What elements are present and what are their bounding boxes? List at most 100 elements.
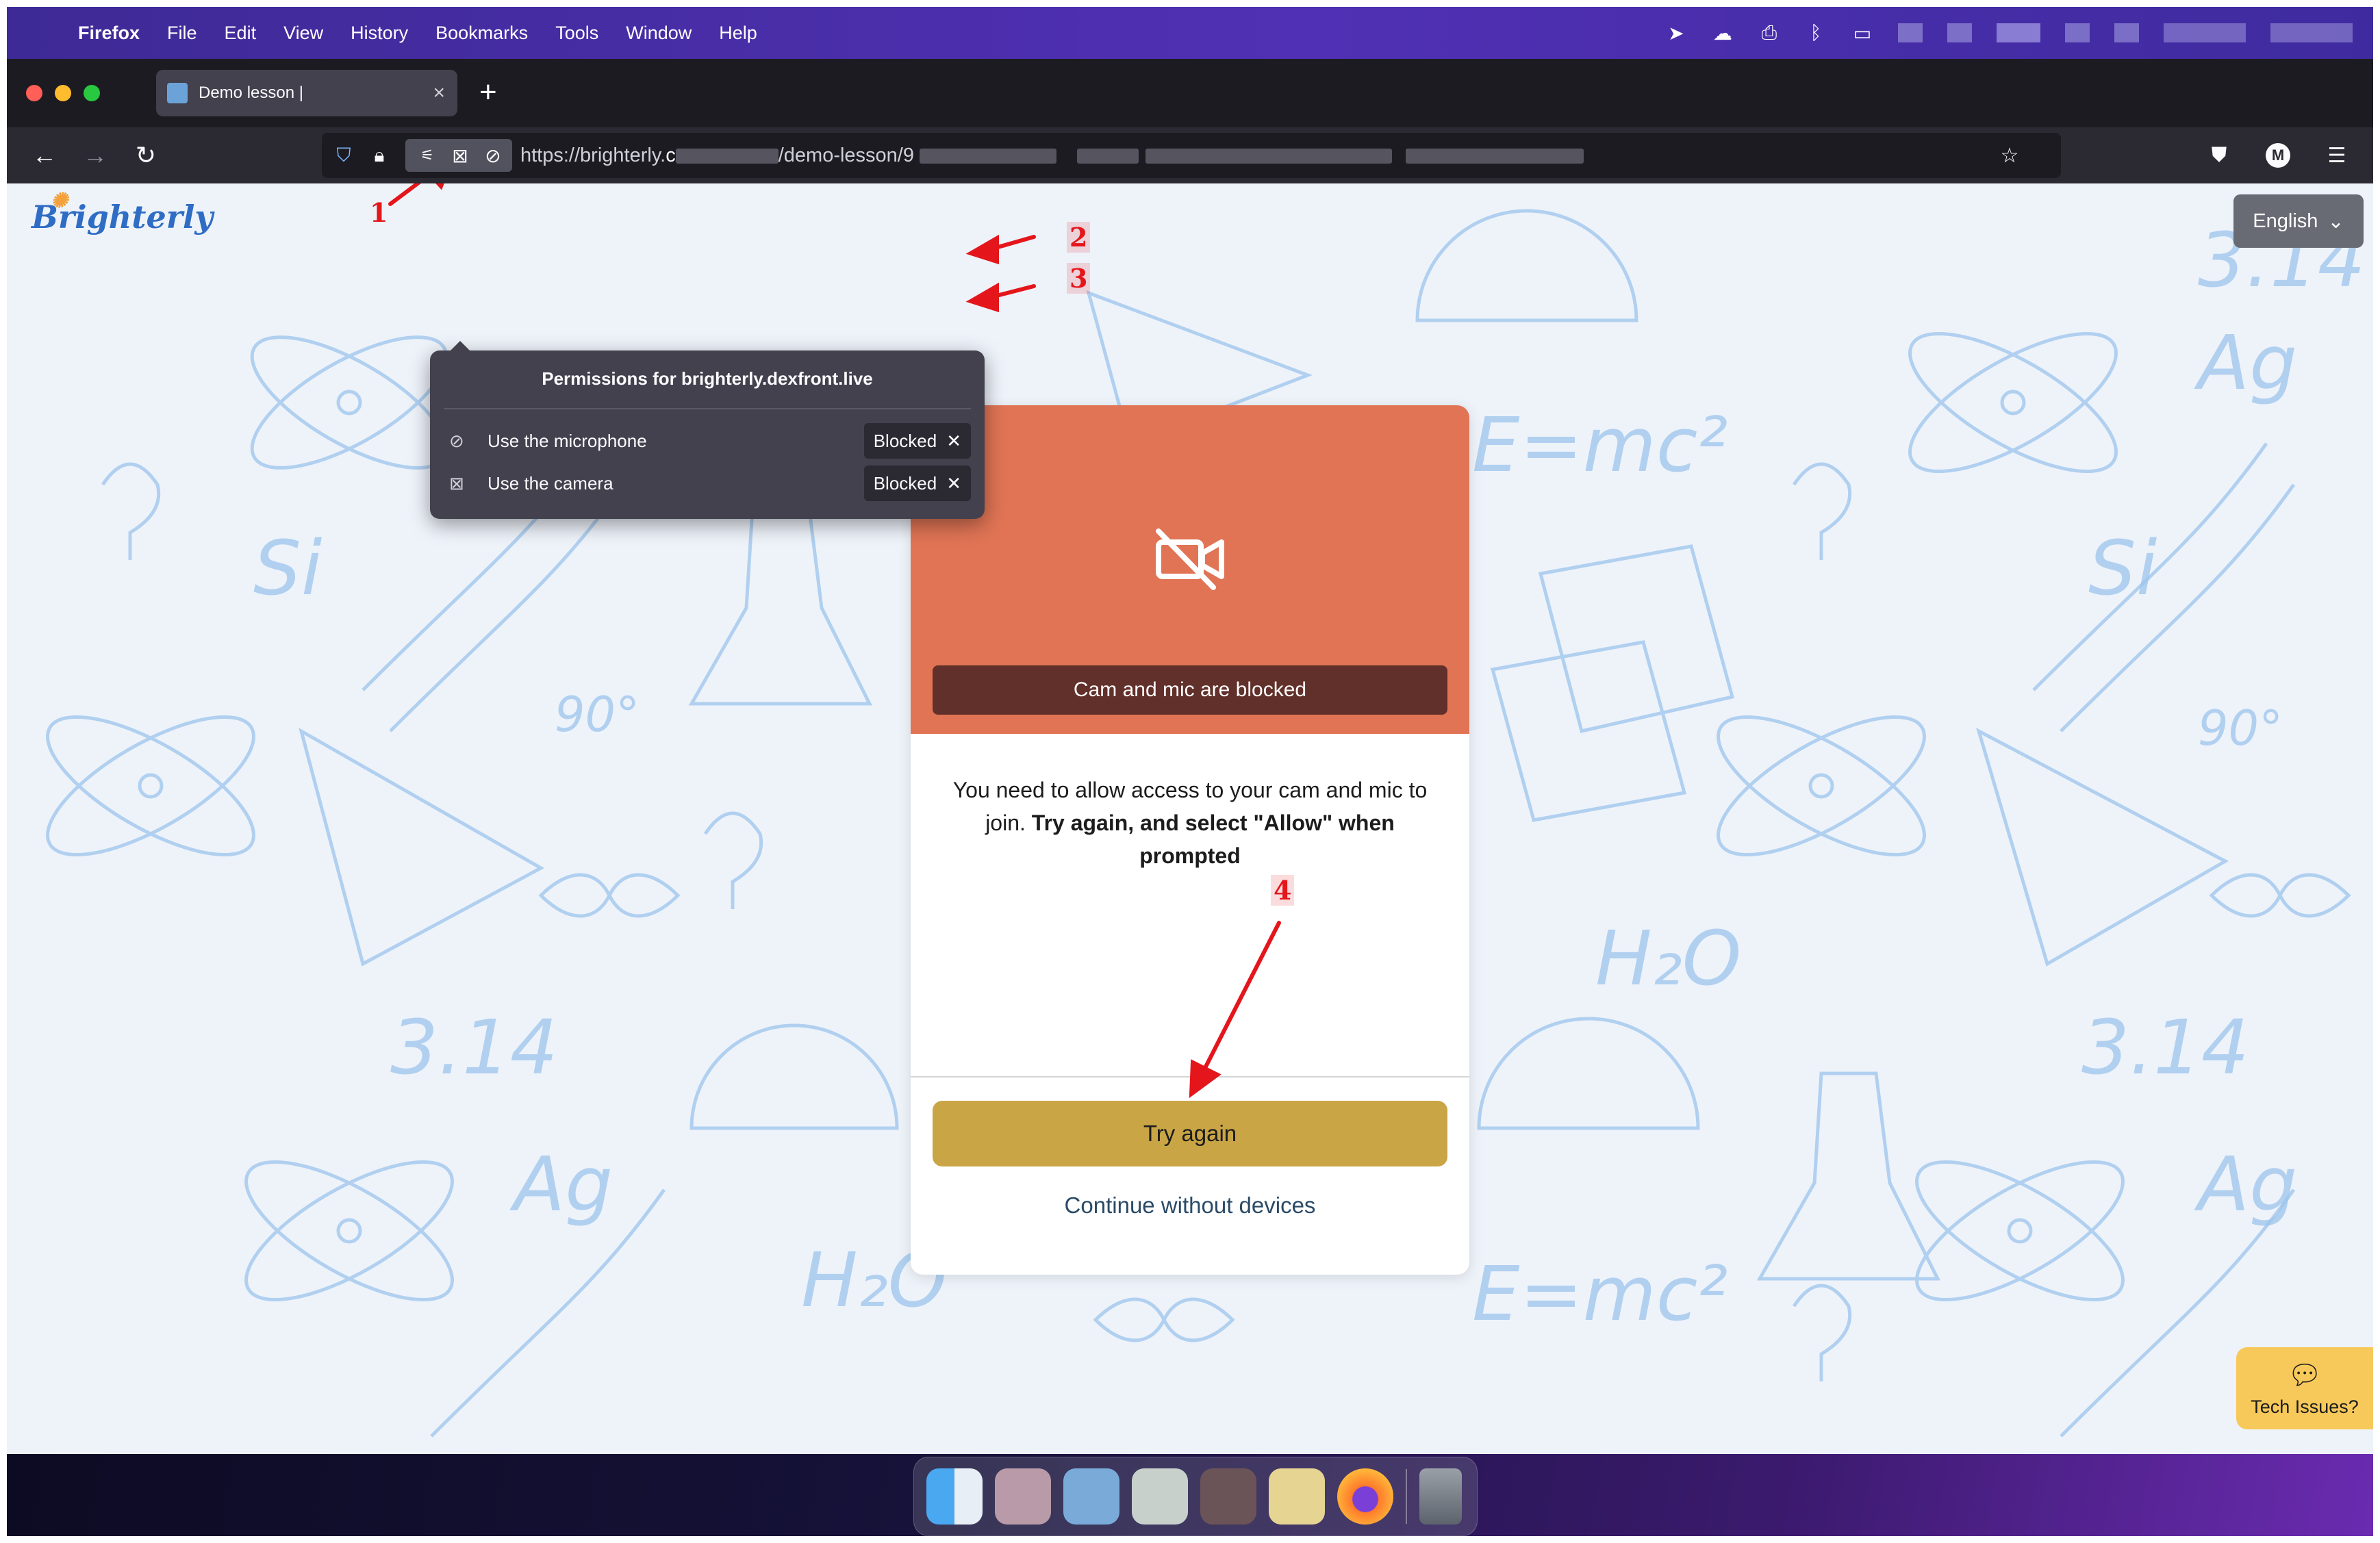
- language-label: English: [2253, 209, 2318, 232]
- permission-label: Use the camera: [488, 472, 613, 494]
- tech-issues-button[interactable]: 💬︎ Tech Issues?: [2236, 1347, 2373, 1429]
- sun-icon: ✺: [51, 189, 68, 213]
- toolbar-right: ☆ ⛊ M ☰: [1994, 140, 2353, 171]
- trash-icon[interactable]: [1419, 1468, 1462, 1525]
- pocket-icon[interactable]: ⛊: [2203, 140, 2235, 171]
- doodle-text-ag: Ag: [509, 1140, 613, 1228]
- chat-bubbles-icon: 💬︎: [2287, 1360, 2322, 1390]
- menubar-status-area: ➤ ☁ ⎙ ᛒ ▭: [1665, 7, 2353, 59]
- divider: [444, 408, 971, 409]
- menu-edit[interactable]: Edit: [225, 23, 257, 44]
- menu-view[interactable]: View: [283, 23, 323, 44]
- blocked-status-banner: Cam and mic are blocked: [933, 665, 1447, 715]
- tab-title: Demo lesson |: [199, 84, 303, 102]
- camera-blocked-icon: ⊠: [449, 472, 464, 494]
- permissions-settings-icon[interactable]: ⚟: [414, 142, 441, 169]
- menu-help[interactable]: Help: [719, 23, 757, 44]
- panel-arrow: [451, 341, 470, 350]
- annotation-label-4: 4: [1271, 875, 1295, 906]
- redacted-app-icon[interactable]: [1063, 1468, 1119, 1525]
- redacted-app-icon[interactable]: [1200, 1468, 1256, 1525]
- browser-tab-active[interactable]: Demo lesson | ×: [156, 70, 457, 116]
- divider: [911, 1076, 1469, 1077]
- url-text[interactable]: https://brighterly.c/demo-lesson/9: [520, 144, 1584, 167]
- redacted-status-item: [2164, 23, 2246, 42]
- hamburger-menu-icon[interactable]: ☰: [2321, 140, 2353, 171]
- doodle-text-ag: Ag: [2194, 1140, 2297, 1228]
- tech-issues-label: Tech Issues?: [2251, 1397, 2359, 1417]
- try-again-button[interactable]: Try again: [933, 1101, 1447, 1166]
- zoom-window-button[interactable]: [84, 85, 100, 101]
- back-button[interactable]: ←: [29, 140, 60, 171]
- modal-message: You need to allow access to your cam and…: [938, 774, 1442, 872]
- menu-bookmarks[interactable]: Bookmarks: [435, 23, 528, 44]
- account-avatar[interactable]: M: [2262, 140, 2294, 171]
- doodle-text-314: 3.14: [390, 1004, 558, 1091]
- microphone-blocked-icon[interactable]: ⊘: [479, 142, 507, 169]
- brighterly-logo[interactable]: ✺ Brighterly: [31, 189, 213, 235]
- reload-button[interactable]: ↻: [130, 140, 162, 171]
- doodle-text-90: 90°: [2198, 700, 2283, 756]
- annotation-label-1: 1: [370, 197, 388, 228]
- minimize-window-button[interactable]: [55, 85, 71, 101]
- lock-icon[interactable]: 🔒︎: [366, 142, 393, 169]
- clear-permission-icon[interactable]: ✕: [946, 431, 961, 452]
- menu-file[interactable]: File: [167, 23, 197, 44]
- device-permission-modal: Cam and mic are blocked You need to allo…: [911, 405, 1469, 1275]
- url-bar[interactable]: ⛉ 🔒︎ ⚟ ⊠ ⊘ https://brighterly.c/demo-les…: [322, 133, 2061, 178]
- close-window-button[interactable]: [26, 85, 42, 101]
- redacted-app-icon[interactable]: [1269, 1468, 1325, 1525]
- forward-button[interactable]: →: [79, 140, 111, 171]
- redacted-status-item: [2114, 23, 2139, 42]
- tab-favicon: [167, 83, 188, 103]
- finder-icon[interactable]: [926, 1468, 983, 1525]
- chevron-down-icon: ⌄: [2327, 210, 2344, 233]
- printer-icon[interactable]: ⎙: [1758, 22, 1780, 44]
- doodle-text-90: 90°: [555, 687, 640, 743]
- menu-history[interactable]: History: [351, 23, 408, 44]
- window-controls: [26, 85, 100, 101]
- dock-separator: [1406, 1469, 1407, 1524]
- redacted-status-item: [2065, 23, 2090, 42]
- menu-app-name[interactable]: Firefox: [78, 23, 140, 44]
- browser-tabbar: Demo lesson | × +: [7, 59, 2373, 127]
- macos-menubar: Firefox File Edit View History Bookmarks…: [7, 7, 2373, 59]
- camera-blocked-icon[interactable]: ⊠: [446, 142, 474, 169]
- redacted-app-icon[interactable]: [1132, 1468, 1188, 1525]
- screen: Firefox File Edit View History Bookmarks…: [7, 7, 2373, 1536]
- permission-status: Blocked: [873, 430, 937, 451]
- new-tab-button[interactable]: +: [479, 75, 497, 110]
- bookmark-star-icon[interactable]: ☆: [1994, 140, 2025, 171]
- continue-without-devices-link[interactable]: Continue without devices: [911, 1193, 1469, 1219]
- battery-icon[interactable]: ▭: [1851, 22, 1873, 44]
- permission-indicators[interactable]: ⚟ ⊠ ⊘: [405, 139, 512, 172]
- language-selector[interactable]: English ⌄: [2233, 194, 2364, 248]
- redacted-status-item: [1947, 23, 1972, 42]
- close-tab-icon[interactable]: ×: [433, 81, 445, 105]
- tracking-protection-shield-icon[interactable]: ⛉: [330, 142, 357, 169]
- doodle-text-emc2: E=mc²: [1472, 401, 1727, 489]
- menu-tools[interactable]: Tools: [555, 23, 598, 44]
- redacted-app-icon[interactable]: [995, 1468, 1051, 1525]
- permission-label: Use the microphone: [488, 430, 647, 451]
- menu-window[interactable]: Window: [626, 23, 692, 44]
- clear-permission-icon[interactable]: ✕: [946, 473, 961, 494]
- location-icon[interactable]: ➤: [1665, 22, 1687, 44]
- doodle-text-si: Si: [2088, 524, 2157, 612]
- doodle-text-314: 3.14: [2081, 1004, 2249, 1091]
- firefox-icon[interactable]: [1337, 1468, 1393, 1525]
- doodle-text-h2o: H₂O: [1595, 915, 1741, 1002]
- camera-off-icon: [1156, 528, 1224, 590]
- web-page: Si H₂O E=mc² Si H₂O 3.14 3.14 Ag Ag E=mc…: [7, 183, 2373, 1454]
- doodle-text-emc2: E=mc²: [1472, 1250, 1727, 1338]
- browser-navbar: ← → ↻ ⛉ 🔒︎ ⚟ ⊠ ⊘ https://brighterly.c/de…: [7, 127, 2373, 183]
- cloud-icon[interactable]: ☁: [1712, 22, 1734, 44]
- macos-dock: [913, 1457, 1478, 1536]
- permission-status: Blocked: [873, 472, 937, 494]
- redacted-status-item: [1997, 23, 2040, 42]
- modal-message-bold: Try again, and select "Allow" when promp…: [1031, 811, 1395, 868]
- doodle-text-si: Si: [253, 524, 322, 612]
- bluetooth-icon[interactable]: ᛒ: [1805, 22, 1827, 44]
- annotation-label-3: 3: [1067, 263, 1091, 294]
- blocked-badge: Blocked ✕: [863, 466, 971, 501]
